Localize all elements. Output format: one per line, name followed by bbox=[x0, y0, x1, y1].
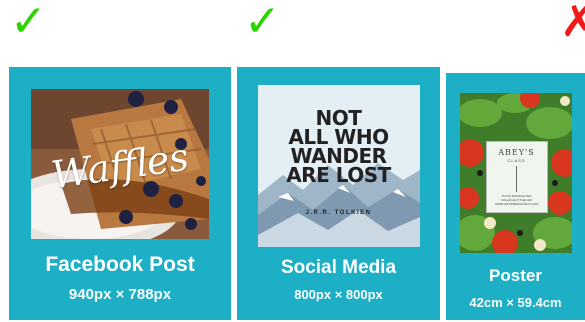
card-title: Social Media bbox=[280, 257, 397, 278]
check-mark-icon: ✓ bbox=[244, 0, 281, 47]
check-mark-icon: ✓ bbox=[10, 0, 47, 47]
template-card-poster[interactable]: ABEY'S CLASS TO DO DOODLE AND COLLAGE AT… bbox=[446, 73, 585, 320]
template-card-social-media[interactable]: NOT ALL WHO WANDER ARE LOST J.R.R. TOLKI… bbox=[237, 67, 440, 320]
card-dimensions: 800px × 800px bbox=[294, 287, 383, 302]
card-title: Poster bbox=[489, 266, 542, 285]
facebook-post-thumbnail: Waffles bbox=[31, 89, 209, 239]
card-dimensions: 940px × 788px bbox=[68, 286, 172, 303]
quote-text: NOT ALL WHO WANDER ARE LOST bbox=[286, 106, 391, 187]
card-dimensions: 42cm × 59.4cm bbox=[469, 295, 562, 310]
card-title: Facebook Post bbox=[45, 253, 195, 276]
poster-thumbnail: ABEY'S CLASS TO DO DOODLE AND COLLAGE AT… bbox=[459, 93, 572, 253]
poster-label: ABEY'S CLASS TO DO DOODLE AND COLLAGE AT… bbox=[485, 141, 548, 213]
template-card-facebook-post[interactable]: Waffles Facebook Post 940px × 788px bbox=[9, 67, 231, 320]
cross-mark-icon: ✗ bbox=[560, 0, 585, 47]
quote-author: J.R.R. TOLKIEN bbox=[305, 210, 372, 216]
social-media-thumbnail: NOT ALL WHO WANDER ARE LOST J.R.R. TOLKI… bbox=[257, 85, 420, 247]
